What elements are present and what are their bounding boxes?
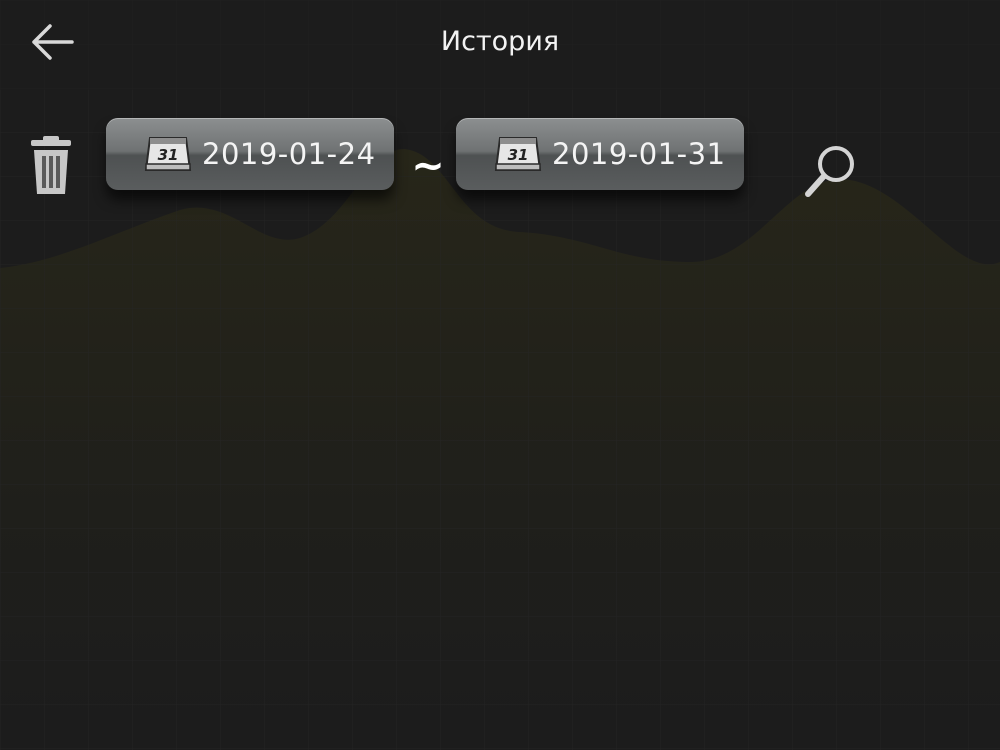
trash-icon[interactable]	[28, 136, 74, 196]
history-chart-background	[0, 0, 1000, 750]
calendar-icon: 31	[494, 137, 542, 171]
calendar-icon-number: 31	[508, 146, 529, 164]
start-date-button[interactable]: 31 2019-01-24	[106, 118, 394, 190]
end-date-button[interactable]: 31 2019-01-31	[456, 118, 744, 190]
date-range-separator: ~	[411, 143, 445, 189]
search-icon[interactable]	[800, 142, 860, 202]
app-header: История	[0, 0, 1000, 84]
page-title: История	[440, 26, 560, 57]
end-date-value: 2019-01-31	[552, 137, 726, 171]
calendar-icon: 31	[144, 137, 192, 171]
start-date-value: 2019-01-24	[202, 137, 376, 171]
calendar-icon-number: 31	[158, 146, 179, 164]
